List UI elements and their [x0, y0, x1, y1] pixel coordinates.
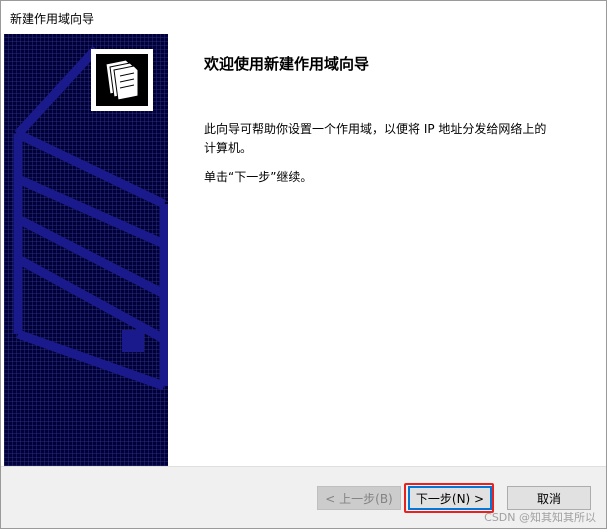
- folder-stack-icon: [91, 49, 153, 111]
- cancel-button[interactable]: 取消: [507, 486, 591, 510]
- wizard-heading: 欢迎使用新建作用域向导: [204, 55, 370, 73]
- title-bar[interactable]: 新建作用域向导: [1, 1, 606, 34]
- wizard-window: 新建作用域向导 欢迎使用新建作用域向导 此向导可帮助你设置一个作用域，以便将 I…: [0, 0, 607, 529]
- next-button[interactable]: 下一步(N) >: [408, 486, 492, 510]
- watermark-text: CSDN @知其知其所以: [484, 511, 596, 524]
- window-title: 新建作用域向导: [10, 12, 95, 26]
- wizard-footer: < 上一步(B) 下一步(N) > 取消 CSDN @知其知其所以: [1, 466, 606, 528]
- back-button[interactable]: < 上一步(B): [317, 486, 401, 510]
- wizard-content: 欢迎使用新建作用域向导 此向导可帮助你设置一个作用域，以便将 IP 地址分发给网…: [168, 34, 606, 466]
- wizard-description: 此向导可帮助你设置一个作用域，以便将 IP 地址分发给网络上的计算机。: [204, 122, 547, 155]
- wizard-instruction: 单击“下一步”继续。: [204, 170, 313, 184]
- wizard-banner: [4, 34, 168, 466]
